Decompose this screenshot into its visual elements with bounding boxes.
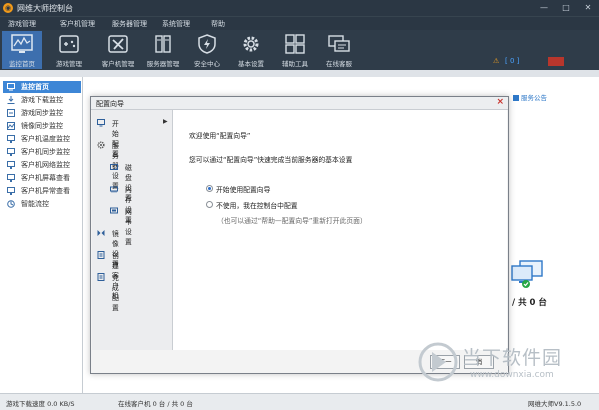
wizard-steps-panel: 开始配置 ▶ 服务器设置 磁盘设置 内存设置 网卡设置 镜像设置 创建客户机 完… [92, 110, 173, 350]
document-icon [97, 273, 105, 281]
online-clients: 在线客户机 0 台 / 共 0 台 [118, 400, 193, 408]
gear-icon [243, 36, 259, 52]
toolbar-tools[interactable]: 辅助工具 [275, 31, 315, 69]
toolbar-servers[interactable]: 服务器管理 [143, 31, 183, 69]
shield-icon [198, 34, 216, 54]
watermark: 当下软件园 www.downxia.com [418, 340, 588, 390]
sync-icon [7, 109, 15, 117]
speaker-icon [513, 95, 519, 101]
nav-item-game-download[interactable]: 游戏下载监控 [3, 94, 81, 106]
nav-item-client-sync[interactable]: 客户机同步监控 [3, 146, 81, 158]
nav-item-client-screen[interactable]: 客户机屏幕查看 [3, 172, 81, 184]
alert-count: [ 0 ] [505, 57, 520, 65]
nav-item-flow-control[interactable]: 智能流控 [3, 198, 81, 210]
nav-item-monitor-home[interactable]: 监控首页 [3, 81, 81, 93]
server-icon [155, 35, 171, 53]
monitor-icon [7, 83, 15, 91]
toolbar-support[interactable]: 在线客服 [319, 31, 359, 69]
toolbar-label: 游戏管理 [56, 60, 82, 68]
red-status-indicator [548, 57, 564, 66]
left-nav: 监控首页 游戏下载监控 游戏同步监控 镜像同步监控 客户机温度监控 客户机同步监… [0, 77, 83, 393]
nav-item-client-exception[interactable]: 客户机异常查看 [3, 185, 81, 197]
start-wizard-radio[interactable] [206, 185, 213, 192]
nav-item-client-temperature[interactable]: 客户机温度监控 [3, 133, 81, 145]
monitor-chart-icon [11, 34, 33, 53]
skip-wizard-radio[interactable] [206, 201, 213, 208]
maximize-button[interactable]: □ [555, 0, 577, 16]
minimize-button[interactable]: — [533, 0, 555, 16]
document-icon [97, 251, 105, 259]
toolbar-label: 监控首页 [9, 60, 35, 68]
menu-games[interactable]: 游戏管理 [8, 19, 36, 29]
close-button[interactable]: ✕ [577, 0, 599, 16]
grid-tools-icon [285, 34, 305, 54]
client-pc-icon [7, 135, 15, 143]
menu-system[interactable]: 系统管理 [162, 19, 190, 29]
network-card-icon [110, 207, 118, 214]
download-icon [7, 96, 15, 104]
watermark-logo-icon [418, 342, 458, 382]
client-computers-icon [511, 260, 543, 288]
menu-bar: 游戏管理 客户机管理 服务器管理 系统管理 帮助 [0, 16, 599, 31]
watermark-url: www.downxia.com [470, 370, 554, 380]
client-pc-icon [7, 161, 15, 169]
disk-icon [110, 164, 118, 170]
toolbar-monitor-home[interactable]: 监控首页 [2, 31, 42, 69]
warning-icon: ⚠ [493, 57, 500, 65]
chat-icon [328, 35, 350, 52]
dialog-title-bar: 配置向导 × [91, 97, 508, 110]
description-text: 您可以通过“配置向导”快速完成当前服务器的基本设置 [189, 156, 353, 164]
menu-servers[interactable]: 服务器管理 [112, 19, 147, 29]
mirror-icon [97, 230, 105, 236]
gear-icon [97, 141, 105, 149]
nav-item-image-sync[interactable]: 镜像同步监控 [3, 120, 81, 132]
download-speed: 游戏下载速度 0.0 KB/S [6, 400, 75, 408]
client-tools-icon [108, 35, 128, 53]
memory-icon [110, 186, 118, 193]
service-notice-link[interactable]: 服务公告 [513, 92, 547, 102]
window-title: 网维大师控制台 [17, 4, 73, 13]
reopen-hint-text: （也可以通过“帮助—配置向导”重新打开此页面） [217, 217, 367, 225]
toolbar-security[interactable]: 安全中心 [187, 31, 227, 69]
toolbar-settings[interactable]: 基本设置 [231, 31, 271, 69]
gamepad-icon [59, 35, 79, 53]
client-pc-icon [7, 187, 15, 195]
client-pc-icon [7, 148, 15, 156]
toolbar-label: 在线客服 [326, 60, 352, 68]
watermark-brand: 当下软件园 [462, 347, 563, 369]
skip-wizard-label[interactable]: 不使用，我在控制台中配置 [216, 200, 298, 210]
toolbar-games[interactable]: 游戏管理 [49, 31, 89, 69]
client-pc-icon [7, 174, 15, 182]
start-wizard-label[interactable]: 开始使用配置向导 [216, 184, 270, 194]
config-wizard-dialog: 配置向导 × 开始配置 ▶ 服务器设置 磁盘设置 内存设置 网卡设置 镜像设置 [90, 96, 509, 374]
dialog-title: 配置向导 [96, 100, 124, 108]
welcome-text: 欢迎使用“配置向导” [189, 132, 251, 140]
toolbar-clients[interactable]: 客户机管理 [98, 31, 138, 69]
title-bar: ◉ 网维大师控制台 — □ ✕ [0, 0, 599, 16]
version-text: 网维大师V9.1.5.0 [528, 400, 582, 408]
monitor-icon [97, 119, 105, 127]
menu-help[interactable]: 帮助 [211, 19, 225, 29]
wizard-content: 欢迎使用“配置向导” 您可以通过“配置向导”快速完成当前服务器的基本设置 开始使… [173, 110, 507, 350]
dialog-close-button[interactable]: × [496, 97, 504, 107]
flow-control-icon [7, 200, 15, 208]
nav-item-game-sync[interactable]: 游戏同步监控 [3, 107, 81, 119]
menu-clients[interactable]: 客户机管理 [60, 19, 95, 29]
image-sync-icon [7, 122, 15, 130]
app-logo-icon: ◉ [3, 3, 13, 13]
nav-item-client-network[interactable]: 客户机网络监控 [3, 159, 81, 171]
client-total-text: / 共 0 台 [512, 298, 547, 308]
status-bar: 游戏下载速度 0.0 KB/S 在线客户机 0 台 / 共 0 台 网维大师V9… [0, 393, 599, 410]
current-step-arrow-icon: ▶ [163, 118, 168, 125]
